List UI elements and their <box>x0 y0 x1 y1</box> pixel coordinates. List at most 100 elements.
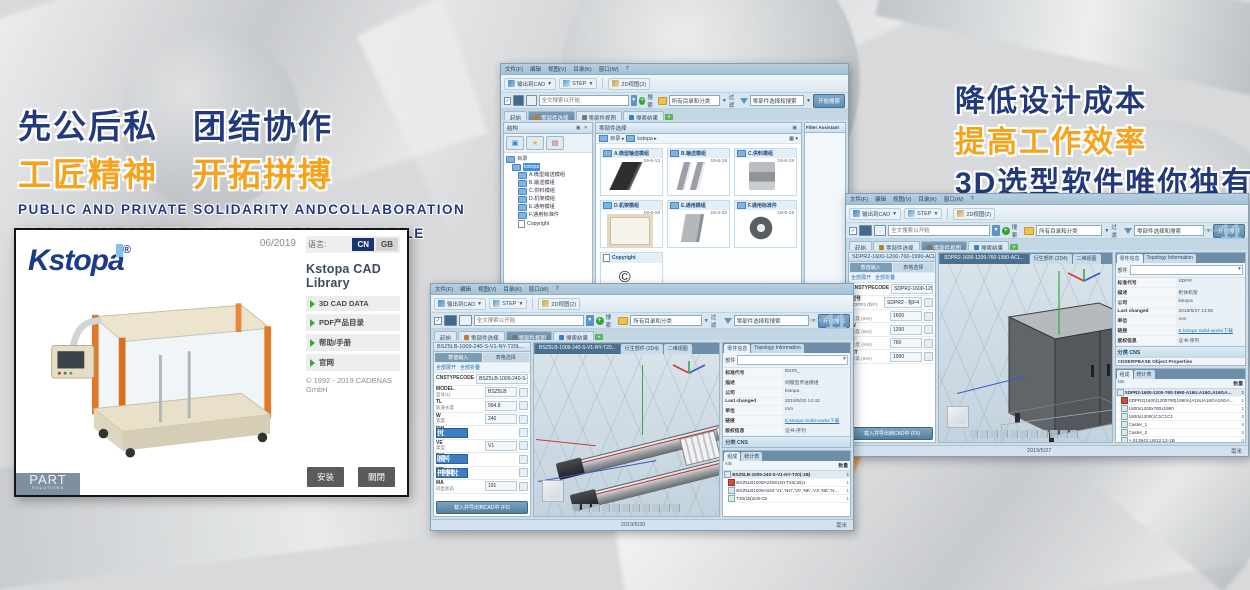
menu-catalog[interactable]: 目录(K) <box>918 195 936 203</box>
export-cad-dropdown[interactable]: 输出到CAD▼ <box>849 208 901 220</box>
format-dropdown[interactable]: STEP▼ <box>489 298 527 309</box>
param-value-dropdown[interactable]: 240 <box>485 414 517 424</box>
search-input[interactable] <box>474 315 584 326</box>
menu-catalog[interactable]: 目录(K) <box>503 285 521 293</box>
param-edit-icon[interactable] <box>924 325 933 334</box>
menu-window[interactable]: 窗口(W) <box>599 65 619 73</box>
scope-select[interactable]: 所有目录和分类 <box>669 95 720 106</box>
breadcrumb-root[interactable]: 目录 ▸ <box>610 135 624 142</box>
2d-view-button[interactable]: 2D视图(2) <box>953 208 995 220</box>
param-value-dropdown[interactable]: 760 <box>890 338 922 348</box>
cabinet-3d-viewport[interactable]: SDPR2-1600-1200-760-1990-ACL... 衍生部件 (2D… <box>938 252 1113 443</box>
param-value-dropdown[interactable]: SDPR2 - 标F4 <box>884 297 922 308</box>
search-options-button[interactable] <box>459 315 472 326</box>
statistics-tab[interactable]: 统计表 <box>1134 370 1155 379</box>
param-edit-icon[interactable] <box>924 339 933 348</box>
collapse-all-link[interactable]: 全部折叠 <box>460 364 480 371</box>
load-to-cad-button[interactable]: 载入并导出到CAD中 (F5) <box>851 427 933 440</box>
chevron-down-icon[interactable]: ▼ <box>806 98 811 104</box>
format-dropdown[interactable]: STEP▼ <box>559 78 597 89</box>
param-value-dropdown[interactable]: 1600 <box>890 311 922 321</box>
scope-select[interactable]: 所有目录和分类 <box>1036 225 1102 236</box>
panel-controls[interactable]: ▣ <box>792 125 798 131</box>
param-value-dropdown[interactable]: NY <box>436 454 468 464</box>
chevron-down-icon[interactable]: ▼ <box>704 318 709 324</box>
model-tab[interactable]: SDPR2-1600-1200-760-1990-ACL... <box>940 254 1029 264</box>
catalog-tile[interactable]: D.机架模组 19-6-19 <box>600 200 663 248</box>
search-dropdown-icon[interactable]: ▼ <box>586 315 594 326</box>
filter-select[interactable]: 零部件选择和搜索 <box>750 95 804 106</box>
load-to-cad-button[interactable]: 载入并导出到CAD中 (F5) <box>436 501 528 514</box>
search-options-button[interactable] <box>874 225 887 236</box>
menu-pdf-catalog[interactable]: PDF产品目录 <box>306 314 400 331</box>
menu-edit[interactable]: 编辑 <box>460 285 471 293</box>
menu-view[interactable]: 视图(V) <box>893 195 911 203</box>
rail-3d-viewport[interactable]: BSZ5LB-1009-240-S-V1-NY-T20... 衍生部件 (2D4… <box>533 342 720 517</box>
param-edit-icon[interactable] <box>519 482 528 491</box>
tree-node-copyright[interactable]: Copyright <box>518 220 590 228</box>
structure-item[interactable]: Caster_22 <box>1116 429 1245 437</box>
tree-node-f[interactable]: F.通用标准件 <box>518 211 590 219</box>
chevron-down-icon[interactable]: ▼ <box>1104 228 1109 234</box>
tree-node-vendor[interactable]: kstopa <box>512 163 590 171</box>
menu-help-manual[interactable]: 帮助/手册 <box>306 334 400 351</box>
viewport-toolbar[interactable] <box>970 430 1080 438</box>
structure-item[interactable]: T20(1B)240-021 <box>723 495 850 503</box>
filter-select[interactable]: 零部件选择和搜索 <box>734 315 809 326</box>
structure-item[interactable]: BSZ5LB-1009-240-S-V1-NY-T20(-1B)1 <box>723 471 850 479</box>
table-tab[interactable]: 表格选择 <box>483 353 530 362</box>
catalog-tile[interactable]: B.输送模组 19-6-19 <box>667 148 730 196</box>
2d-tab[interactable]: 二维视图 <box>1073 254 1101 264</box>
structure-item[interactable]: BSZ5LB1009A040 'V1','NO','V0','NK','V3',… <box>723 487 850 495</box>
menu-file[interactable]: 文件(F) <box>435 285 453 293</box>
search-mode-button[interactable] <box>859 225 872 236</box>
part-info-tab[interactable]: 零件信息 <box>724 344 750 353</box>
param-value-dropdown[interactable]: 1990 <box>890 352 922 362</box>
catalog-tile[interactable]: A.微型输送模组 19-6-13 <box>600 148 663 196</box>
menu-window[interactable]: 窗口(W) <box>944 195 964 203</box>
structure-item[interactable]: A.013942.LW12.12-1B4 <box>1116 437 1245 442</box>
filter-select[interactable]: 零部件选择和搜索 <box>1134 225 1204 236</box>
tree-node-d[interactable]: D.机架模组 <box>518 195 590 203</box>
structure-item[interactable]: BSZ5LB1009A240S1NYT20(1B)11 <box>723 479 850 487</box>
format-dropdown[interactable]: STEP▼ <box>904 208 942 219</box>
structure-filter[interactable]: NB <box>723 461 830 470</box>
param-value-dropdown[interactable]: 1200 <box>890 325 922 335</box>
param-edit-icon[interactable] <box>924 352 933 361</box>
install-button[interactable]: 安装 <box>307 467 344 487</box>
scope-select[interactable]: 所有目录和分类 <box>630 315 701 326</box>
derived-tab[interactable]: 衍生部件 (2D4) <box>1030 254 1072 264</box>
catalog-tile[interactable]: C.供料模组 19-6-19 <box>734 148 797 196</box>
panel-controls[interactable]: ▣ ✕ <box>576 125 589 131</box>
catalog-tile[interactable]: E.通用模组 19-4-22 <box>667 200 730 248</box>
search-checkbox[interactable]: ✓ <box>434 317 442 325</box>
param-edit-icon[interactable] <box>519 401 528 410</box>
search-checkbox[interactable]: ✓ <box>504 97 511 105</box>
menu-help[interactable]: ? <box>556 286 559 292</box>
2d-tab[interactable]: 二维视图 <box>664 344 692 354</box>
param-edit-icon[interactable] <box>519 455 528 464</box>
menu-view[interactable]: 视图(V) <box>548 65 566 73</box>
catalog-tile[interactable]: F.通用标准件 19-6-19 <box>734 200 797 248</box>
param-value-dropdown[interactable]: V1 <box>485 441 517 451</box>
download-link[interactable]: E.kstopa Solid-works下载 <box>1176 326 1245 335</box>
values-tab[interactable]: 数值输入 <box>435 353 482 362</box>
tree-node-c[interactable]: C.供料模组 <box>518 187 590 195</box>
menu-file[interactable]: 文件(F) <box>850 195 868 203</box>
search-mode-button[interactable] <box>444 315 457 326</box>
part-code-tab[interactable]: SDPR2-1600-1200-760-1990-ACL... <box>849 253 935 262</box>
search-dropdown-icon[interactable]: ▼ <box>631 95 637 106</box>
composition-tab[interactable]: 组成 <box>1117 370 1133 379</box>
table-tab[interactable]: 表格选择 <box>893 263 935 272</box>
topology-tab[interactable]: Topology Information <box>751 344 803 353</box>
close-button[interactable]: 關閉 <box>358 467 395 487</box>
param-edit-icon[interactable] <box>519 388 528 397</box>
object-properties-label[interactable]: CNSERPBASE Object Properties <box>1116 358 1245 366</box>
menu-help[interactable]: ? <box>626 66 629 72</box>
search-mode-button[interactable] <box>513 95 524 106</box>
2d-view-button[interactable]: 2D视图(2) <box>608 78 650 90</box>
tree-node-root[interactable]: 目录 <box>506 155 590 163</box>
menu-window[interactable]: 窗口(W) <box>529 285 549 293</box>
statistics-tab[interactable]: 统计表 <box>741 452 762 461</box>
derived-tab[interactable]: 衍生部件 (2D4) <box>621 344 663 354</box>
